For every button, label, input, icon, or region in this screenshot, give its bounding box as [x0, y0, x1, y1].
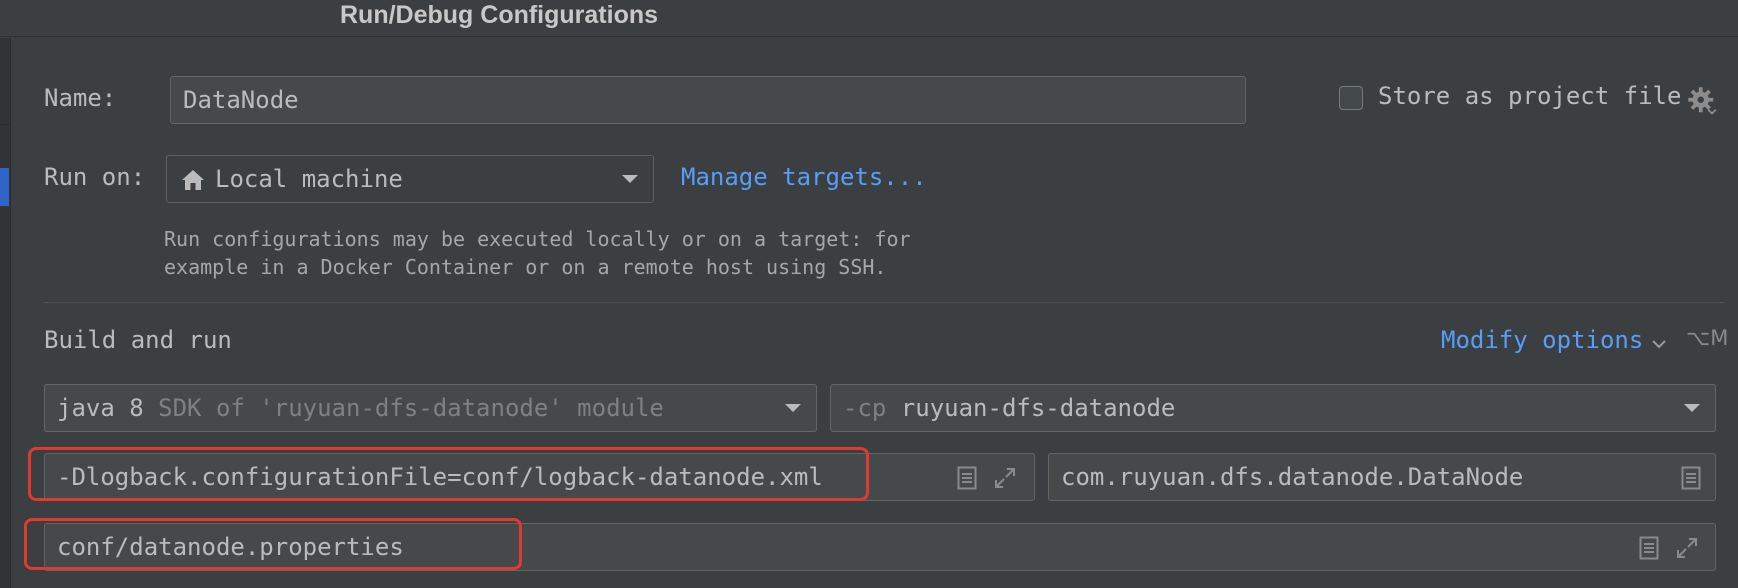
document-icon[interactable]	[1637, 536, 1661, 560]
classpath-value: -cp ruyuan-dfs-datanode	[843, 385, 1175, 431]
window-title: Run/Debug Configurations	[340, 1, 659, 29]
jdk-dropdown[interactable]: java 8 SDK of 'ruyuan-dfs-datanode' modu…	[44, 384, 817, 432]
classpath-flag: -cp	[843, 394, 887, 422]
build-and-run-heading: Build and run	[44, 326, 232, 354]
main-class-field[interactable]: com.ruyuan.dfs.datanode.DataNode	[1048, 453, 1716, 501]
section-divider	[44, 302, 1724, 303]
jdk-value: java 8 SDK of 'ruyuan-dfs-datanode' modu…	[57, 385, 664, 431]
name-field-value: DataNode	[183, 86, 299, 114]
document-icon[interactable]	[955, 466, 979, 490]
document-icon[interactable]	[1679, 466, 1703, 490]
classpath-module-dropdown[interactable]: -cp ruyuan-dfs-datanode	[830, 384, 1716, 432]
classpath-module: ruyuan-dfs-datanode	[900, 394, 1176, 422]
modify-options-link[interactable]: Modify options	[1441, 326, 1643, 354]
jdk-name: java 8	[57, 394, 144, 422]
home-icon	[181, 168, 205, 192]
run-on-label: Run on:	[44, 163, 146, 191]
name-field[interactable]: DataNode	[170, 76, 1246, 124]
run-on-hint-line1: Run configurations may be executed local…	[164, 227, 911, 251]
expand-icon[interactable]	[1675, 536, 1699, 560]
modify-options-shortcut: ⌥M	[1686, 326, 1729, 350]
run-on-value: Local machine	[215, 165, 403, 193]
selected-configuration-marker	[0, 168, 9, 206]
store-as-project-file-label[interactable]: Store as project file	[1378, 82, 1681, 110]
chevron-down-icon	[1677, 385, 1707, 431]
gear-icon[interactable]	[1685, 84, 1719, 118]
expand-icon[interactable]	[993, 466, 1017, 490]
name-label: Name:	[44, 84, 117, 112]
modify-options-chevron-icon[interactable]	[1648, 332, 1670, 356]
chevron-down-icon	[615, 156, 645, 202]
run-on-hint-line2: example in a Docker Container or on a re…	[164, 255, 887, 279]
chevron-down-icon	[778, 385, 808, 431]
tree-separator	[0, 124, 10, 125]
store-as-project-file-checkbox[interactable]	[1339, 86, 1363, 110]
manage-targets-link[interactable]: Manage targets...	[681, 163, 927, 191]
program-arguments-highlight	[24, 518, 522, 570]
main-class-value: com.ruyuan.dfs.datanode.DataNode	[1061, 463, 1524, 491]
jdk-description: SDK of 'ruyuan-dfs-datanode' module	[158, 394, 664, 422]
title-bar: Run/Debug Configurations	[0, 0, 1738, 37]
configurations-tree-edge[interactable]	[0, 38, 11, 588]
run-on-dropdown[interactable]: Local machine	[166, 155, 654, 203]
vm-options-highlight	[28, 447, 869, 501]
